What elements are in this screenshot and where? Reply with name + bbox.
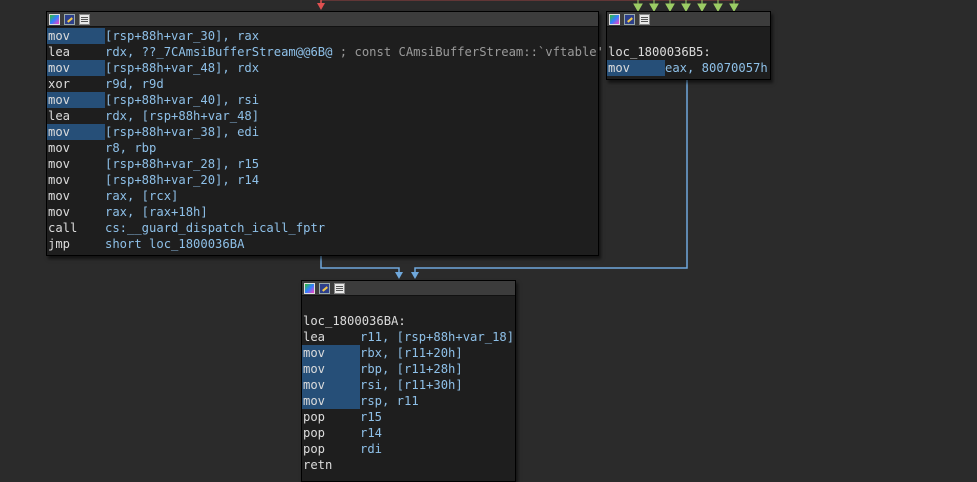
instruction-line[interactable]: mov [rsp+88h+var_28], r15 <box>47 156 598 172</box>
instruction-operands: rbx, [r11+20h] <box>360 346 463 360</box>
instruction-line[interactable]: mov [rsp+88h+var_30], rax <box>47 28 598 44</box>
instruction-list: mov [rsp+88h+var_30], rax lea rdx, ??_7CAms… <box>47 27 604 253</box>
instruction-line[interactable]: mov rax, [rax+18h] <box>47 204 598 220</box>
instruction-line[interactable]: mov [rsp+88h+var_40], rsi <box>47 92 598 108</box>
instruction-mnemonic: mov <box>607 60 665 76</box>
instruction-mnemonic: mov <box>48 157 71 171</box>
instruction-operands: [rsp+88h+var_38], edi <box>105 125 260 139</box>
instruction-mnemonic: mov <box>47 60 105 76</box>
incoming-arrow-red <box>317 3 325 10</box>
graph-view-icon[interactable] <box>49 13 60 25</box>
instruction-mnemonic: mov <box>47 92 105 108</box>
instruction-operands: rax, [rcx] <box>105 189 179 203</box>
instruction-line[interactable]: mov rsp, r11 <box>302 393 515 409</box>
instruction-list: mov eax, 80070057h <box>607 60 770 76</box>
listing-view-icon[interactable] <box>79 13 90 25</box>
instruction-mnemonic: mov <box>302 393 360 409</box>
instruction-operands: r9d, r9d <box>105 77 164 91</box>
instruction-operands: r11, [rsp+88h+var_18] <box>360 330 515 344</box>
instruction-line[interactable]: xor r9d, r9d <box>47 76 598 92</box>
instruction-operands: eax, 80070057h <box>665 61 768 75</box>
listing-view-icon[interactable] <box>334 282 345 294</box>
instruction-operands: rdx, [rsp+88h+var_48] <box>105 109 260 123</box>
instruction-line[interactable]: lea r11, [rsp+88h+var_18] <box>302 329 515 345</box>
instruction-line[interactable]: lea rdx, ??_7CAmsiBufferStream@@6B@ ; con… <box>47 44 604 60</box>
instruction-operands: [rsp+88h+var_30], rax <box>105 29 260 43</box>
instruction-mnemonic: mov <box>302 377 360 393</box>
code-block-loc_1800036BA[interactable]: loc_1800036BA: lea r11, [rsp+88h+var_18] m… <box>301 280 516 482</box>
instruction-operands: r15 <box>360 410 383 424</box>
instruction-line[interactable]: mov eax, 80070057h <box>607 60 770 76</box>
rename-icon[interactable] <box>624 13 635 25</box>
code-block-main[interactable]: mov [rsp+88h+var_30], rax lea rdx, ??_7CAms… <box>46 11 604 256</box>
instruction-operands: [rsp+88h+var_20], r14 <box>105 173 260 187</box>
instruction-mnemonic: mov <box>302 361 360 377</box>
instruction-line[interactable]: pop r14 <box>302 425 515 441</box>
instruction-line[interactable]: pop r15 <box>302 409 515 425</box>
block-header <box>47 12 598 27</box>
rename-icon[interactable] <box>64 13 75 25</box>
instruction-line[interactable]: call cs:__guard_dispatch_icall_fptr <box>47 220 598 236</box>
instruction-operands: rsp, r11 <box>360 394 419 408</box>
instruction-line[interactable]: mov rbp, [r11+28h] <box>302 361 515 377</box>
instruction-mnemonic: lea <box>48 109 71 123</box>
instruction-operands: [rsp+88h+var_28], r15 <box>105 157 260 171</box>
instruction-mnemonic: mov <box>48 141 71 155</box>
instruction-mnemonic: mov <box>47 28 105 44</box>
block-header <box>607 12 770 27</box>
instruction-mnemonic: mov <box>47 124 105 140</box>
instruction-mnemonic: retn <box>303 458 333 472</box>
instruction-line[interactable]: lea rdx, [rsp+88h+var_48] <box>47 108 598 124</box>
instruction-operands: rsi, [r11+30h] <box>360 378 463 392</box>
instruction-comment: ; const CAmsiBufferStream::`vftable' <box>332 45 604 59</box>
listing-view-icon[interactable] <box>639 13 650 25</box>
instruction-mnemonic: pop <box>303 426 326 440</box>
instruction-line[interactable]: mov r8, rbp <box>47 140 598 156</box>
block-header <box>302 281 515 296</box>
instruction-operands: rdi <box>360 442 383 456</box>
instruction-mnemonic: mov <box>48 173 71 187</box>
instruction-mnemonic: jmp <box>48 237 71 251</box>
instruction-mnemonic: pop <box>303 410 326 424</box>
instruction-operands: [rsp+88h+var_48], rdx <box>105 61 260 75</box>
instruction-mnemonic: mov <box>48 189 71 203</box>
instruction-list: lea r11, [rsp+88h+var_18] mov rbx, [r11+20h… <box>302 329 515 473</box>
instruction-operands: rax, [rax+18h] <box>105 205 208 219</box>
graph-view-icon[interactable] <box>304 282 315 294</box>
instruction-mnemonic: lea <box>48 45 71 59</box>
graph-view-icon[interactable] <box>609 13 620 25</box>
instruction-line[interactable]: jmp short loc_1800036BA <box>47 236 598 252</box>
instruction-operands: [rsp+88h+var_40], rsi <box>105 93 260 107</box>
instruction-operands: cs:__guard_dispatch_icall_fptr <box>105 221 326 235</box>
edge-main-to-bottom <box>320 256 400 274</box>
instruction-mnemonic: xor <box>48 77 71 91</box>
instruction-operands: short loc_1800036BA <box>105 237 245 251</box>
instruction-line[interactable]: mov [rsp+88h+var_20], r14 <box>47 172 598 188</box>
instruction-mnemonic: pop <box>303 442 326 456</box>
instruction-mnemonic: mov <box>48 205 71 219</box>
instruction-line[interactable]: mov rsi, [r11+30h] <box>302 377 515 393</box>
instruction-mnemonic: mov <box>302 345 360 361</box>
instruction-mnemonic: call <box>48 221 78 235</box>
instruction-line[interactable]: mov [rsp+88h+var_48], rdx <box>47 60 598 76</box>
instruction-line[interactable]: retn <box>302 457 515 473</box>
instruction-operands: rdx, ??_7CAmsiBufferStream@@6B@ <box>105 45 333 59</box>
code-block-loc_1800036B5[interactable]: loc_1800036B5: mov eax, 80070057h <box>606 11 771 80</box>
block-label[interactable]: loc_1800036BA: <box>302 313 515 329</box>
instruction-mnemonic: lea <box>303 330 326 344</box>
block-label[interactable]: loc_1800036B5: <box>607 44 770 60</box>
instruction-line[interactable]: pop rdi <box>302 441 515 457</box>
rename-icon[interactable] <box>319 282 330 294</box>
incoming-arrows-green <box>633 0 739 13</box>
instruction-line[interactable]: mov rbx, [r11+20h] <box>302 345 515 361</box>
instruction-operands: rbp, [r11+28h] <box>360 362 463 376</box>
instruction-operands: r8, rbp <box>105 141 157 155</box>
instruction-line[interactable]: mov [rsp+88h+var_38], edi <box>47 124 598 140</box>
instruction-line[interactable]: mov rax, [rcx] <box>47 188 598 204</box>
instruction-operands: r14 <box>360 426 383 440</box>
